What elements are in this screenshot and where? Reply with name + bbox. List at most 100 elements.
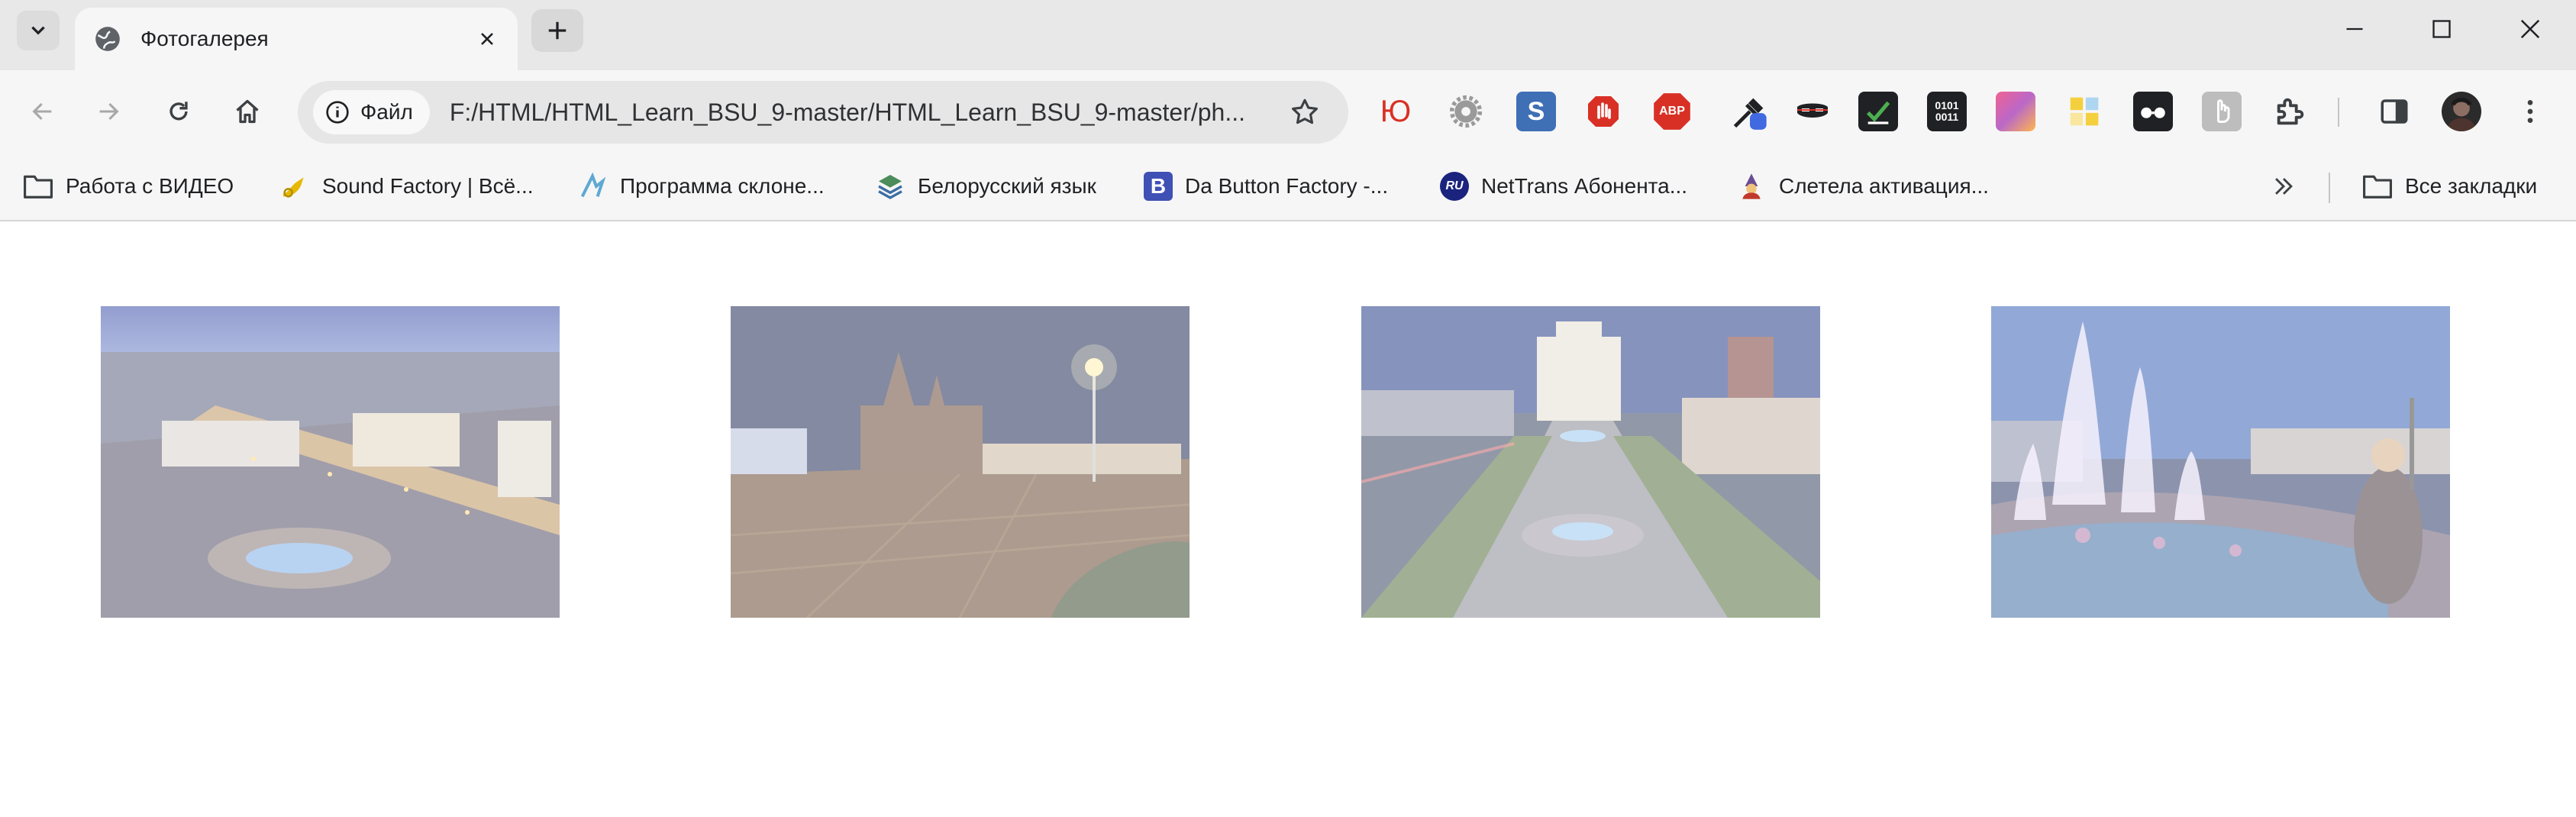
puzzle-icon [2277, 98, 2304, 125]
new-tab-button[interactable] [531, 9, 583, 52]
bookmark-label: Слетела активация... [1779, 174, 1989, 198]
globe-icon [95, 27, 120, 51]
grid-squares-icon[interactable] [2064, 92, 2104, 131]
maximize-button[interactable] [2405, 5, 2478, 53]
checkmark-board-icon[interactable] [1858, 92, 1898, 131]
wizard-icon [1736, 171, 1767, 202]
home-icon [236, 99, 259, 124]
site-info-label: Файл [360, 100, 413, 124]
forward-button[interactable] [82, 86, 134, 137]
mask-graphic [1797, 103, 1828, 118]
plus-icon [548, 21, 567, 40]
glasses-graphic [2141, 107, 2165, 118]
program-icon [577, 171, 608, 202]
ru-icon: RU [1440, 172, 1469, 201]
url-text[interactable]: F:/HTML/HTML_Learn_BSU_9-master/HTML_Lea… [450, 98, 1282, 127]
bookmarks-overflow-button[interactable] [2271, 165, 2297, 208]
hand-pointer-icon [2217, 99, 2230, 123]
grid-squares-graphic [2070, 97, 2099, 126]
arrow-right-icon [99, 102, 119, 121]
sound-factory-icon [279, 171, 310, 202]
reload-button[interactable] [153, 86, 205, 137]
b-icon: B [1144, 172, 1173, 201]
arrow-left-icon [32, 102, 52, 121]
stop-hand-icon-graphic [1588, 96, 1619, 127]
bookmark-folder-video[interactable]: Работа с ВИДЕО [23, 165, 234, 208]
bookmark-belarusian[interactable]: Белорусский язык [875, 165, 1096, 208]
adblock-plus-icon[interactable]: ABP [1652, 92, 1692, 131]
book-icon [875, 171, 905, 202]
binary-icon[interactable]: 0101 0011 [1927, 92, 1967, 131]
bookmark-label: Программа склоне... [620, 174, 825, 198]
toolbar: Файл F:/HTML/HTML_Learn_BSU_9-master/HTM… [0, 70, 2576, 154]
bookmark-label: NetTrans Абонента... [1481, 174, 1688, 198]
page-content [0, 223, 2576, 817]
color-picker-icon[interactable] [1730, 92, 1770, 131]
all-bookmarks-label: Все закладки [2405, 174, 2538, 198]
folder-icon [23, 171, 53, 202]
more-vertical-icon [2527, 100, 2533, 123]
gradient-icon[interactable] [1996, 92, 2035, 131]
yu-icon[interactable]: Ю [1376, 92, 1416, 131]
avatar[interactable] [2442, 92, 2481, 131]
gear-icon [1449, 95, 1483, 128]
photo-image [1361, 306, 1820, 618]
eyedropper-icon [1733, 98, 1767, 130]
photo-church-square[interactable] [731, 306, 1190, 618]
all-bookmarks-button[interactable]: Все закладки [2362, 165, 2537, 208]
photo-image [731, 306, 1190, 618]
address-bar[interactable]: Файл F:/HTML/HTML_Learn_BSU_9-master/HTM… [298, 81, 1348, 144]
bookmark-nettrans[interactable]: RU NetTrans Абонента... [1440, 165, 1687, 208]
folder-icon [2362, 171, 2393, 202]
reload-icon [169, 102, 188, 121]
menu-button[interactable] [2510, 92, 2550, 131]
s-extension-icon[interactable]: S [1516, 92, 1556, 131]
yu-label: Ю [1380, 94, 1412, 128]
chevron-double-right-icon [2275, 178, 2293, 195]
photo-image [101, 306, 560, 618]
site-info-chip[interactable]: Файл [313, 90, 430, 134]
s-label: S [1527, 96, 1545, 126]
side-panel-button[interactable] [2374, 92, 2414, 131]
tab-strip: Фотогалерея [0, 0, 2576, 70]
chevron-down-icon [31, 26, 45, 35]
tab-title: Фотогалерея [140, 27, 269, 50]
gear-extension-icon[interactable] [1446, 92, 1486, 131]
mask-icon[interactable] [1793, 92, 1832, 131]
minimize-button[interactable] [2318, 5, 2391, 53]
image-extension-icon[interactable] [2202, 92, 2242, 131]
photo-minsk-panorama[interactable] [101, 306, 560, 618]
side-panel-icon [2381, 99, 2408, 124]
glasses-icon[interactable] [2133, 92, 2173, 131]
photo-fountain-square[interactable] [1991, 306, 2450, 618]
star-icon[interactable] [1289, 96, 1321, 128]
toolbar-separator [2338, 98, 2339, 127]
close-icon [2520, 19, 2540, 39]
bookmarks-bar: Работа с ВИДЕО Sound Factory | Всё... Пр… [0, 154, 2576, 221]
stop-hand-icon[interactable] [1583, 92, 1623, 131]
bookmark-label: Работа с ВИДЕО [66, 174, 234, 198]
tab-close-button[interactable] [472, 24, 502, 54]
bookmark-activation[interactable]: Слетела активация... [1736, 165, 1989, 208]
abp-label: ABP [1659, 105, 1685, 118]
checkmark-icon [1866, 101, 1890, 124]
bookmark-label: Da Button Factory -... [1185, 174, 1389, 198]
home-button[interactable] [221, 86, 273, 137]
close-icon [481, 33, 493, 45]
back-button[interactable] [17, 86, 69, 137]
photo-independence-square[interactable] [1361, 306, 1820, 618]
bookmark-sound-factory[interactable]: Sound Factory | Всё... [279, 165, 534, 208]
window-close-button[interactable] [2494, 5, 2567, 53]
bookmark-da-button-factory[interactable]: B Da Button Factory -... [1144, 165, 1388, 208]
info-icon [326, 101, 349, 124]
profile-avatar-icon [2446, 98, 2477, 131]
binary-label: 0101 0011 [1935, 99, 1959, 123]
bookmark-program[interactable]: Программа склоне... [577, 165, 825, 208]
active-tab[interactable]: Фотогалерея [75, 8, 518, 70]
minimize-icon [2346, 27, 2363, 31]
maximize-icon [2432, 20, 2451, 38]
tab-search-button[interactable] [17, 11, 60, 50]
bookmarks-separator [2329, 173, 2330, 203]
extensions-button[interactable] [2271, 92, 2310, 131]
bookmark-label: Белорусский язык [918, 174, 1096, 198]
